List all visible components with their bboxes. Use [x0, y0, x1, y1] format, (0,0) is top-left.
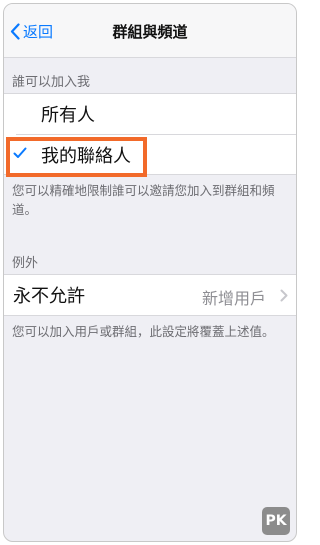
- section-header-who-can-add: 誰可以加入我: [12, 75, 91, 90]
- navigation-bar: 返回 群組與頻道: [4, 4, 296, 58]
- exceptions-group: 永不允許 新增用戶: [4, 274, 296, 316]
- add-users-detail: 新增用戶: [201, 289, 266, 308]
- chevron-right-icon: [280, 289, 288, 302]
- option-everyone[interactable]: 所有人: [4, 94, 296, 133]
- checkmark-icon: [13, 147, 27, 158]
- option-my-contacts[interactable]: 我的聯絡人: [4, 135, 296, 174]
- section-footer-who-can-add: 您可以精確地限制誰可以邀請您加入到群組和頻道。: [12, 183, 275, 217]
- phone-screen: 返回 群組與頻道 誰可以加入我 所有人 我的聯絡人 您可以精確地限制誰可以邀請您…: [3, 3, 297, 542]
- option-label: 所有人: [41, 104, 95, 126]
- never-allow-label: 永不允許: [13, 285, 85, 307]
- privacy-options-group: 所有人 我的聯絡人: [4, 93, 296, 175]
- page-title: 群組與頻道: [112, 23, 188, 41]
- section-header-exceptions: 例外: [12, 256, 39, 271]
- option-label: 我的聯絡人: [41, 145, 131, 167]
- pk-watermark-logo: PK: [262, 507, 290, 535]
- section-footer-exceptions: 您可以加入用戶或群組，此設定將覆蓋上述值。: [12, 324, 275, 339]
- never-allow-row[interactable]: 永不允許 新增用戶: [4, 275, 296, 314]
